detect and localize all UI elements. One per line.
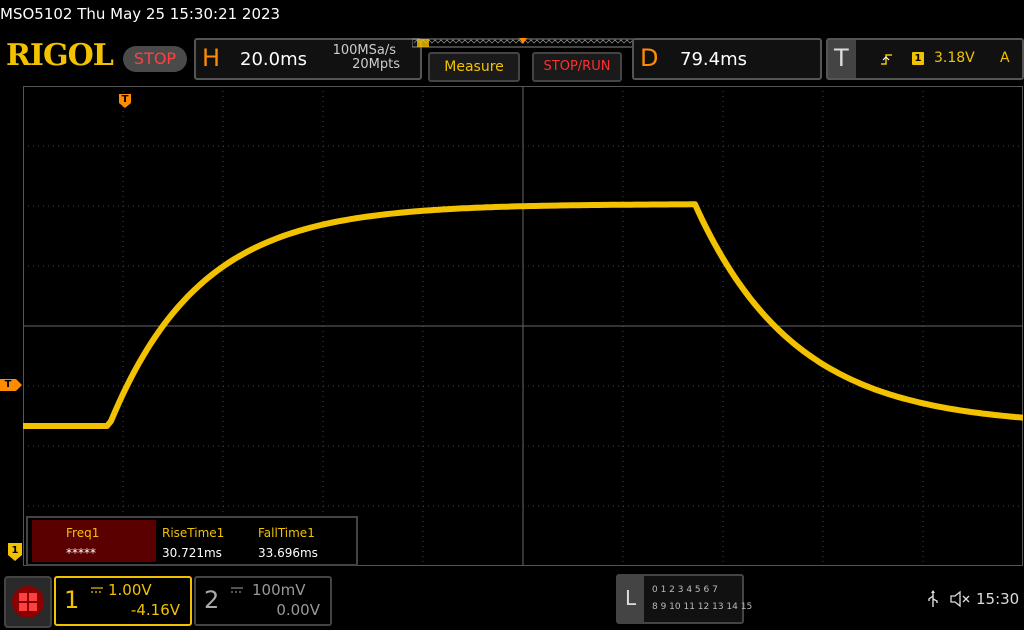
- channel2-number: 2: [204, 586, 220, 614]
- main-menu-button[interactable]: [4, 576, 52, 628]
- status-line: MSO5102 Thu May 25 15:30:21 2023: [0, 5, 281, 23]
- timebase-value: 20.0ms: [240, 49, 307, 70]
- usb-icon: [928, 590, 938, 607]
- horizontal-panel[interactable]: H 20.0ms 100MSa/s 20Mpts: [194, 38, 422, 80]
- measurement-results[interactable]: Freq1 ***** RiseTime1 30.721ms FallTime1…: [26, 516, 358, 566]
- channel2-scale: 100mV: [252, 581, 306, 599]
- waveform-display[interactable]: [23, 86, 1023, 566]
- channel1-number: 1: [64, 586, 80, 614]
- menu-grid-icon: [12, 586, 44, 618]
- channel1-ground-marker[interactable]: 1: [8, 543, 22, 561]
- measurement-value: 33.696ms: [258, 546, 318, 560]
- logic-analyzer-panel[interactable]: L 0 1 2 3 4 5 6 7 8 9 10 11 12 13 14 15: [616, 574, 752, 624]
- sample-rate: 100MSa/s: [332, 43, 396, 58]
- delay-panel[interactable]: D 79.4ms: [632, 38, 822, 80]
- measurement-value: *****: [66, 546, 96, 560]
- measure-button[interactable]: Measure: [428, 52, 520, 82]
- logic-channels-low: 0 1 2 3 4 5 6 7: [652, 585, 718, 595]
- dc-coupling-icon: [91, 587, 103, 593]
- horizontal-label: H: [202, 44, 221, 72]
- dc-coupling-icon: [231, 587, 243, 593]
- channel1-scale: 1.00V: [108, 581, 152, 599]
- measurement-value: 30.721ms: [162, 546, 222, 560]
- trigger-panel[interactable]: T 1 3.18V A: [826, 38, 1024, 80]
- memory-depth: 20Mpts: [352, 57, 400, 72]
- measurement-label: RiseTime1: [162, 526, 225, 540]
- trigger-coupling: A: [1000, 50, 1010, 66]
- logic-channels-high: 8 9 10 11 12 13 14 15: [652, 602, 753, 612]
- delay-label: D: [640, 44, 659, 72]
- channel1-offset: -4.16V: [130, 601, 180, 619]
- delay-value: 79.4ms: [680, 49, 747, 70]
- system-clock: 15:30: [976, 590, 1020, 608]
- stop-run-button[interactable]: STOP/RUN: [532, 52, 622, 82]
- measurement-label: FallTime1: [258, 526, 315, 540]
- trigger-position-marker[interactable]: T: [119, 94, 131, 108]
- rising-edge-icon: [881, 54, 892, 65]
- trigger-source-badge: 1: [912, 52, 924, 65]
- channel1-panel[interactable]: 1 1.00V -4.16V: [54, 576, 192, 626]
- mute-icon[interactable]: [950, 590, 970, 608]
- measurement-label: Freq1: [66, 526, 100, 540]
- trigger-level-marker[interactable]: T: [0, 379, 22, 391]
- run-state-badge[interactable]: STOP: [123, 46, 187, 72]
- time-position-bar[interactable]: [412, 38, 634, 48]
- channel2-panel[interactable]: 2 100mV 0.00V: [194, 576, 332, 626]
- trigger-label: T: [834, 44, 849, 72]
- logic-label: L: [625, 586, 637, 610]
- brand-logo: RIGOL: [6, 38, 114, 73]
- trigger-level: 3.18V: [934, 50, 975, 66]
- channel2-offset: 0.00V: [276, 601, 320, 619]
